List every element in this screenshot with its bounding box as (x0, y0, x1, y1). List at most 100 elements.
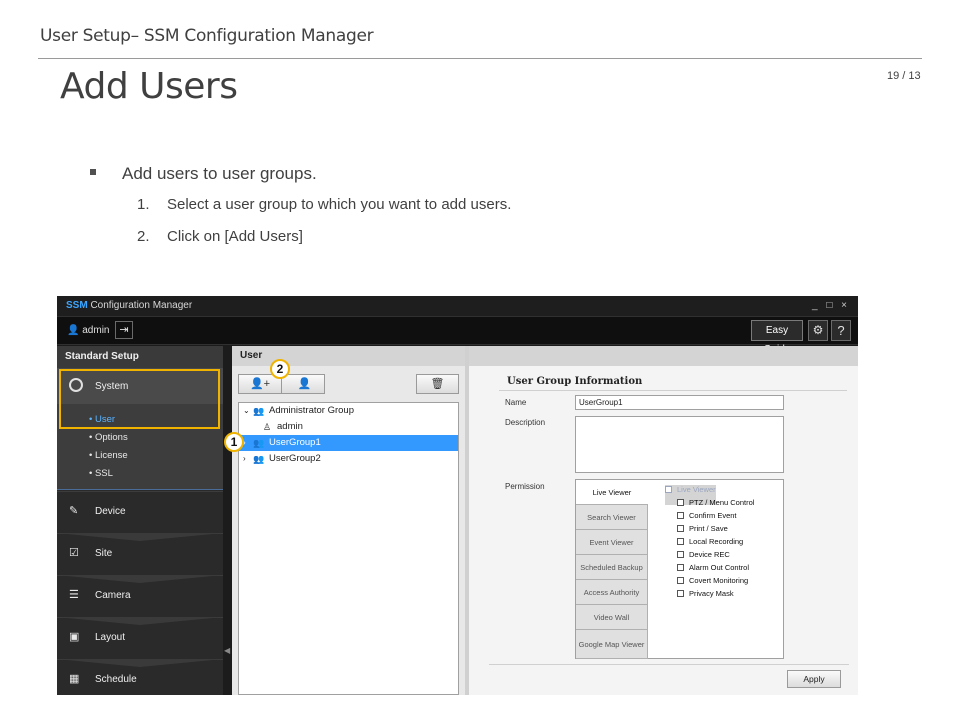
option-label: PTZ / Menu Control (689, 498, 755, 507)
description-label: Description (505, 418, 546, 427)
user-icon: ♙ (263, 422, 272, 432)
tab-access-authority[interactable]: Access Authority (576, 580, 648, 605)
sidebar-item-camera[interactable]: ☰ Camera (57, 575, 223, 617)
sidebar-item-layout[interactable]: ▣ Layout (57, 617, 223, 659)
bullet-point: Add users to user groups. (90, 164, 317, 184)
chevron-down-icon[interactable]: ⌄ (243, 403, 250, 419)
highlight-user-box (59, 403, 220, 429)
camera-icon: ☰ (69, 589, 79, 601)
sidebar-subitem-ssl[interactable]: • SSL (89, 468, 113, 479)
app-title: Configuration Manager (87, 300, 193, 311)
sidebar-item-schedule[interactable]: ▦ Schedule (57, 659, 223, 695)
option-confirm-event[interactable]: Confirm Event (677, 511, 737, 520)
step-text: Click on [Add Users] (167, 228, 303, 245)
tab-live-viewer[interactable]: Live Viewer (576, 480, 648, 505)
chevron-right-icon[interactable]: › (243, 451, 246, 467)
current-user: 👤 admin (67, 325, 109, 336)
top-toolbar: 👤 admin ⇥ Easy Guide ⚙ ? (57, 316, 858, 355)
info-panel-title: User Group Information (507, 376, 643, 387)
callout-2: 2 (270, 359, 290, 379)
tab-search-viewer[interactable]: Search Viewer (576, 505, 648, 530)
bullet-text: Add users to user groups. (122, 164, 317, 183)
tab-event-viewer[interactable]: Event Viewer (576, 530, 648, 555)
checkbox[interactable] (677, 589, 684, 597)
checkbox[interactable] (677, 524, 684, 532)
apply-button[interactable]: Apply (787, 670, 841, 688)
sidebar-subitem-license[interactable]: • License (89, 450, 128, 461)
sidebar-collapse-bar[interactable]: ◀ (223, 346, 231, 695)
tab-scheduled-backup[interactable]: Scheduled Backup (576, 555, 648, 580)
separator-arrow (57, 533, 223, 541)
option-covert-monitoring[interactable]: Covert Monitoring (677, 576, 748, 585)
sidebar-section-title: Standard Setup (57, 346, 223, 368)
sidebar-item-label: Camera (95, 590, 131, 601)
delete-button[interactable]: 🗑 (416, 374, 459, 394)
separator-arrow (57, 659, 223, 667)
sidebar-subitem-options[interactable]: • Options (89, 432, 128, 443)
tab-google-map-viewer[interactable]: Google Map Viewer (576, 630, 648, 659)
easy-guide-button[interactable]: Easy Guide (751, 320, 803, 355)
option-label: Live Viewer (677, 485, 716, 494)
info-panel-header (469, 346, 858, 366)
user-tree: ⌄ 👥 Administrator Group ♙ admin › 👥 UserGroup… (238, 402, 459, 695)
user-icon: 👤 (67, 325, 80, 336)
checkbox[interactable] (677, 537, 684, 545)
sidebar-item-site[interactable]: ☑ Site (57, 533, 223, 575)
option-ptz-menu-control[interactable]: PTZ / Menu Control (677, 498, 754, 507)
separator-arrow (57, 575, 223, 583)
add-user-button[interactable]: 👤 (283, 375, 326, 393)
permission-label: Permission (505, 482, 545, 491)
tree-item-label: admin (277, 421, 303, 432)
step-number: 1. (137, 196, 150, 213)
checkbox[interactable] (665, 485, 672, 493)
step-1: 1. Select a user group to which you want … (137, 196, 511, 213)
bullet-square-icon (90, 168, 96, 175)
sidebar-item-label: Site (95, 548, 113, 559)
window-controls[interactable]: _ □ × (812, 296, 850, 316)
option-print-save[interactable]: Print / Save (677, 524, 728, 533)
checkbox[interactable] (677, 563, 684, 571)
site-icon: ☑ (69, 547, 79, 559)
user-group-info-panel: User Group Information Name UserGroup1 D… (469, 346, 858, 695)
step-number: 2. (137, 228, 150, 245)
user-panel-title: User (232, 346, 465, 366)
option-label: Alarm Out Control (689, 563, 750, 572)
group-icon: 👥 (253, 406, 265, 416)
device-icon: ✎ (69, 505, 79, 517)
option-label: Local Recording (689, 537, 744, 546)
option-privacy-mask[interactable]: Privacy Mask (677, 589, 734, 598)
slide-header: User Setup– SSM Configuration Manager (40, 26, 374, 46)
help-button[interactable]: ? (831, 320, 851, 341)
tree-item-label: Administrator Group (269, 405, 355, 416)
option-label: Confirm Event (689, 511, 737, 520)
name-label: Name (505, 398, 527, 407)
option-device-rec[interactable]: Device REC (677, 550, 730, 559)
trash-icon: 🗑 (430, 378, 445, 390)
tree-item-admin-group[interactable]: ⌄ 👥 Administrator Group (239, 403, 458, 419)
step-2: 2. Click on [Add Users] (137, 228, 303, 245)
checkbox[interactable] (677, 576, 684, 584)
user-panel: User 👤+ 👤 🗑 ⌄ 👥 Administrator Group ♙ admin… (232, 346, 465, 695)
title-divider (499, 390, 847, 391)
option-local-recording[interactable]: Local Recording (677, 537, 743, 546)
tab-video-wall[interactable]: Video Wall (576, 605, 648, 630)
tree-item-admin-user[interactable]: ♙ admin (239, 419, 458, 435)
app-window: SSM Configuration Manager _ □ × 👤 admin … (57, 296, 858, 695)
sidebar-item-label: Schedule (95, 674, 137, 685)
sidebar-item-label: Device (95, 506, 126, 517)
checkbox[interactable] (677, 498, 684, 506)
option-alarm-out-control[interactable]: Alarm Out Control (677, 563, 749, 572)
option-label: Device REC (689, 550, 730, 559)
logout-icon[interactable]: ⇥ (115, 321, 133, 339)
tree-item-label: UserGroup1 (269, 437, 321, 448)
description-field[interactable] (575, 416, 784, 473)
checkbox[interactable] (677, 511, 684, 519)
name-field[interactable]: UserGroup1 (575, 395, 784, 410)
group-icon: 👥 (253, 438, 265, 448)
tree-item-usergroup1[interactable]: › 👥 UserGroup1 (239, 435, 458, 451)
checkbox[interactable] (677, 550, 684, 558)
tree-item-usergroup2[interactable]: › 👥 UserGroup2 (239, 451, 458, 467)
collapse-arrow-icon: ◀ (224, 646, 231, 655)
gear-icon[interactable]: ⚙ (808, 320, 828, 341)
sidebar-item-device[interactable]: ✎ Device (57, 491, 223, 533)
